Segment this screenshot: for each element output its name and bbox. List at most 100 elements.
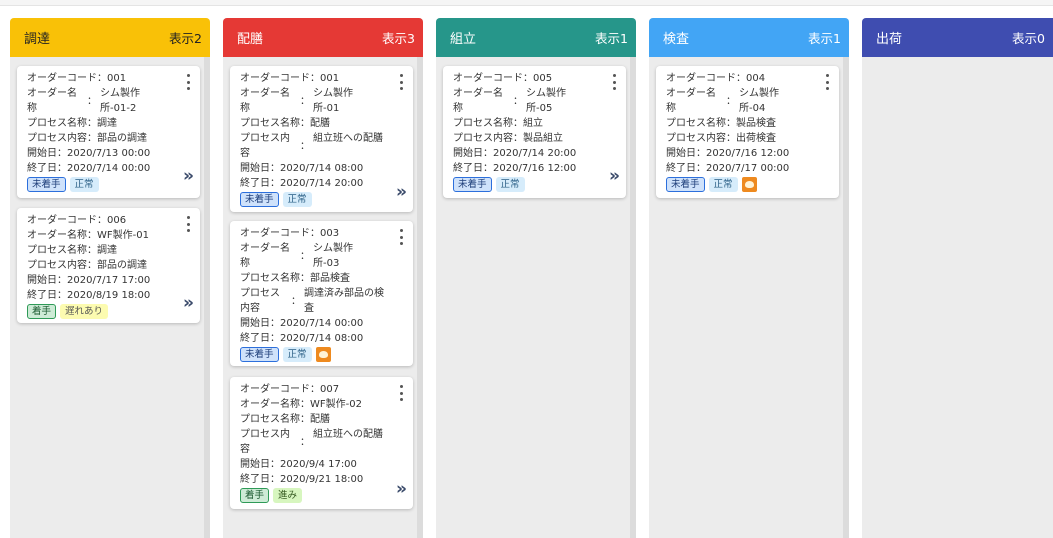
process-content: 組立班への配膳 (313, 429, 383, 440)
end-date: 2020/7/16 12:00 (493, 163, 577, 174)
state-badge: 正常 (282, 347, 312, 362)
order-code: 004 (746, 73, 766, 84)
process-name: 配膳 (310, 118, 330, 129)
start-date: 2020/7/14 00:00 (280, 318, 364, 329)
end-date: 2020/7/14 08:00 (280, 333, 364, 344)
order-name: シム製作所-01 (313, 88, 353, 114)
state-badge: 正常 (69, 177, 99, 192)
state-badge: 遅れあり (60, 304, 109, 319)
order-name: シム製作所-05 (526, 88, 566, 114)
column-distribution: 配膳 表示3 オーダーコード： 001 オーダー名称：シム製作所-01 プロセス名… (223, 18, 423, 538)
order-card[interactable]: オーダーコード： 005 オーダー名称：シム製作所-05 プロセス名称： 組立 プロ… (443, 66, 626, 198)
order-card[interactable]: オーダーコード： 003 オーダー名称：シム製作所-03 プロセス名称： 部品検査 … (230, 221, 413, 366)
process-content: 部品の調達 (97, 133, 147, 144)
kebab-menu-icon[interactable] (399, 74, 403, 90)
order-code: 001 (107, 73, 127, 84)
start-date: 2020/7/13 00:00 (67, 148, 151, 159)
column-count: 表示3 (382, 31, 415, 46)
state-badge: 進み (273, 488, 303, 503)
double-chevron-right-icon[interactable]: » (609, 168, 620, 185)
order-card[interactable]: オーダーコード： 006 オーダー名称： WF製作-01 プロセス名称： 調達 プロセ… (17, 208, 200, 323)
order-name: WF製作-02 (310, 399, 362, 410)
start-date: 2020/7/14 08:00 (280, 163, 364, 174)
column-count: 表示2 (169, 31, 202, 46)
process-name: 組立 (523, 118, 543, 129)
status-badge: 着手 (27, 304, 57, 319)
column-inspection: 検査 表示1 オーダーコード： 004 オーダー名称：シム製作所-04 プロセス名… (649, 18, 849, 538)
column-count: 表示0 (1012, 31, 1045, 46)
end-date: 2020/7/17 00:00 (706, 163, 790, 174)
order-code: 003 (320, 228, 340, 239)
end-date: 2020/7/14 00:00 (67, 163, 151, 174)
process-name: 調達 (97, 118, 117, 129)
kebab-menu-icon[interactable] (399, 385, 403, 401)
column-header: 出荷 表示0 (862, 18, 1053, 57)
column-scrollbar[interactable] (630, 57, 636, 538)
state-badge: 正常 (282, 192, 312, 207)
column-scrollbar[interactable] (843, 57, 849, 538)
column-title: 検査 (663, 32, 690, 47)
process-name: 配膳 (310, 414, 330, 425)
start-date: 2020/7/17 17:00 (67, 275, 151, 286)
status-badge: 未着手 (240, 347, 279, 362)
column-title: 配膳 (237, 32, 264, 47)
start-date: 2020/7/16 12:00 (706, 148, 790, 159)
column-shipping: 出荷 表示0 (862, 18, 1053, 538)
column-title: 出荷 (876, 32, 903, 47)
status-badge: 未着手 (453, 177, 492, 192)
kebab-menu-icon[interactable] (186, 216, 190, 232)
column-title: 調達 (24, 32, 51, 47)
process-name: 部品検査 (310, 273, 350, 284)
double-chevron-right-icon[interactable]: » (183, 168, 194, 185)
column-header: 調達 表示2 (10, 18, 210, 57)
start-date: 2020/9/4 17:00 (280, 459, 357, 470)
order-card[interactable]: オーダーコード： 001 オーダー名称：シム製作所-01 プロセス名称： 配膳 プロ… (230, 66, 413, 212)
order-name: シム製作所-04 (739, 88, 779, 114)
state-badge: 正常 (495, 177, 525, 192)
column-assembly: 組立 表示1 オーダーコード： 005 オーダー名称：シム製作所-05 プロセス名… (436, 18, 636, 538)
double-chevron-right-icon[interactable]: » (396, 481, 407, 498)
order-card[interactable]: オーダーコード： 004 オーダー名称：シム製作所-04 プロセス名称： 製品検査 … (656, 66, 839, 198)
order-name: シム製作所-01-2 (100, 88, 140, 114)
kebab-menu-icon[interactable] (186, 74, 190, 90)
process-content: 調達済み部品の検査 (304, 288, 384, 314)
order-code: 006 (107, 215, 127, 226)
warning-icon[interactable] (315, 347, 331, 362)
status-badge: 未着手 (240, 192, 279, 207)
order-code: 007 (320, 384, 340, 395)
process-content: 組立班への配膳 (313, 133, 383, 144)
column-scrollbar[interactable] (417, 57, 423, 538)
end-date: 2020/9/21 18:00 (280, 474, 364, 485)
order-card[interactable]: オーダーコード： 007 オーダー名称： WF製作-02 プロセス名称： 配膳 プロセ… (230, 377, 413, 509)
process-content: 製品組立 (523, 133, 563, 144)
column-scrollbar[interactable] (204, 57, 210, 538)
status-badge: 未着手 (27, 177, 66, 192)
end-date: 2020/7/14 20:00 (280, 178, 364, 189)
column-header: 検査 表示1 (649, 18, 849, 57)
start-date: 2020/7/14 20:00 (493, 148, 577, 159)
status-badge: 着手 (240, 488, 270, 503)
column-count: 表示1 (595, 31, 628, 46)
order-name: シム製作所-03 (313, 243, 353, 269)
state-badge: 正常 (708, 177, 738, 192)
end-date: 2020/8/19 18:00 (67, 290, 151, 301)
order-name: WF製作-01 (97, 230, 149, 241)
order-code: 001 (320, 73, 340, 84)
column-header: 配膳 表示3 (223, 18, 423, 57)
status-badge: 未着手 (666, 177, 705, 192)
process-name: 製品検査 (736, 118, 776, 129)
top-border (0, 0, 1053, 6)
column-count: 表示1 (808, 31, 841, 46)
kebab-menu-icon[interactable] (825, 74, 829, 90)
warning-icon[interactable] (741, 177, 757, 192)
process-content: 出荷検査 (736, 133, 776, 144)
double-chevron-right-icon[interactable]: » (183, 295, 194, 312)
column-procurement: 調達 表示2 オーダーコード： 001 オーダー名称：シム製作所-01-2 プロセ… (10, 18, 210, 538)
kebab-menu-icon[interactable] (612, 74, 616, 90)
order-card[interactable]: オーダーコード： 001 オーダー名称：シム製作所-01-2 プロセス名称： 調達 … (17, 66, 200, 198)
column-title: 組立 (450, 32, 477, 47)
double-chevron-right-icon[interactable]: » (396, 184, 407, 201)
process-content: 部品の調達 (97, 260, 147, 271)
kebab-menu-icon[interactable] (399, 229, 403, 245)
process-name: 調達 (97, 245, 117, 256)
